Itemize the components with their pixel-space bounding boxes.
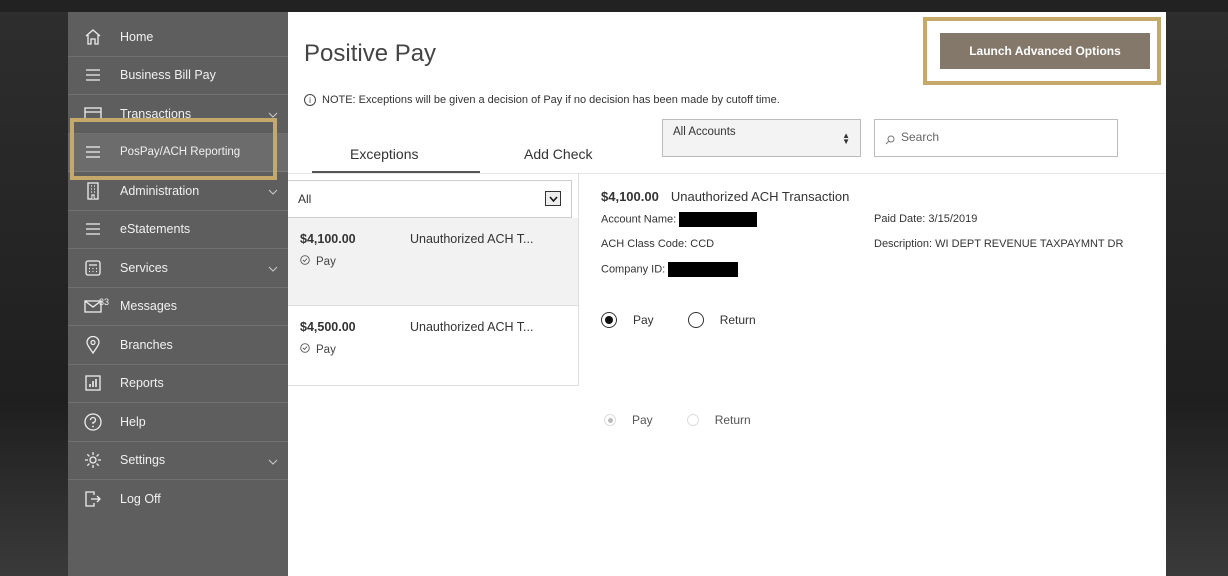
redacted-account-name bbox=[679, 212, 758, 227]
cutoff-note: i NOTE: Exceptions will be given a decis… bbox=[304, 94, 780, 106]
exception-description: Unauthorized ACH T... bbox=[410, 320, 534, 334]
note-text: NOTE: Exceptions will be given a decisio… bbox=[322, 94, 780, 106]
chevron-down-icon bbox=[268, 184, 278, 198]
sidebar-item-label: Help bbox=[120, 414, 146, 429]
calculator-icon bbox=[82, 257, 104, 279]
detail-amount: $4,100.00 bbox=[601, 189, 659, 204]
sidebar-item-transactions[interactable]: Transactions bbox=[68, 95, 288, 134]
filter-value: All bbox=[298, 192, 312, 206]
return-radio-secondary[interactable] bbox=[686, 414, 699, 426]
logout-icon bbox=[82, 488, 104, 510]
sidebar-item-administration[interactable]: Administration bbox=[68, 172, 288, 211]
sidebar-item-label: Reports bbox=[120, 376, 164, 391]
accounts-select[interactable]: All Accounts ▲ ▼ bbox=[662, 119, 861, 157]
chevron-down-icon bbox=[268, 107, 278, 121]
return-radio[interactable] bbox=[687, 312, 704, 328]
exception-description: Unauthorized ACH T... bbox=[410, 232, 534, 246]
exception-detail-title: $4,100.00 Unauthorized ACH Transaction bbox=[601, 189, 849, 204]
detail-title: Unauthorized ACH Transaction bbox=[670, 189, 850, 204]
sidebar-item-settings[interactable]: Settings bbox=[68, 442, 288, 480]
sidebar: Home Business Bill Pay Transactions PosP… bbox=[68, 12, 288, 576]
exception-amount: $4,100.00 bbox=[300, 232, 356, 246]
sidebar-item-messages[interactable]: 33 Messages bbox=[68, 288, 288, 326]
tab-add-check[interactable]: Add Check bbox=[524, 146, 592, 162]
company-id-label: Company ID: bbox=[601, 263, 666, 276]
exception-amount: $4,500.00 bbox=[300, 320, 356, 334]
ach-class-code: ACH Class Code: CCD bbox=[601, 238, 715, 250]
card-icon bbox=[82, 103, 104, 125]
sidebar-item-estatements[interactable]: eStatements bbox=[68, 211, 288, 249]
select-arrows-icon: ▲ ▼ bbox=[842, 131, 850, 146]
window-top-bar bbox=[0, 0, 1228, 12]
sidebar-item-reports[interactable]: Reports bbox=[68, 365, 288, 403]
chevron-down-icon bbox=[268, 454, 278, 468]
location-pin-icon bbox=[82, 334, 104, 356]
exception-list-item[interactable]: $4,500.00 Unauthorized ACH T... Pay bbox=[288, 306, 578, 386]
decision-radio-group-secondary: Pay Return bbox=[604, 413, 751, 427]
sidebar-item-label: PosPay/ACH Reporting bbox=[120, 146, 241, 159]
chevron-down-icon bbox=[268, 261, 278, 275]
exception-filter-select[interactable]: All bbox=[288, 180, 572, 218]
sidebar-item-label: Services bbox=[120, 260, 168, 275]
exception-decision: Pay bbox=[300, 343, 336, 356]
check-circle-icon bbox=[300, 343, 310, 356]
pay-radio-label-secondary[interactable]: Pay bbox=[632, 413, 653, 427]
sidebar-item-log-off[interactable]: Log Off bbox=[68, 480, 288, 519]
search-placeholder: Search bbox=[901, 130, 940, 144]
main-content: Positive Pay Launch Advanced Options i N… bbox=[288, 12, 1166, 576]
account-name-row: Account Name: bbox=[601, 212, 758, 227]
return-radio-label[interactable]: Return bbox=[720, 313, 756, 327]
sidebar-item-business-bill-pay[interactable]: Business Bill Pay bbox=[68, 57, 288, 95]
sidebar-item-label: Business Bill Pay bbox=[120, 68, 216, 83]
message-count-badge: 33 bbox=[99, 296, 110, 307]
page-title: Positive Pay bbox=[304, 40, 437, 67]
sidebar-item-label: Log Off bbox=[120, 492, 161, 507]
sidebar-item-pospay-ach-reporting[interactable]: PosPay/ACH Reporting bbox=[68, 133, 288, 172]
decision-label: Pay bbox=[316, 255, 336, 268]
decision-label: Pay bbox=[316, 343, 336, 356]
paid-date: Paid Date: 3/15/2019 bbox=[874, 213, 978, 225]
accounts-select-value: All Accounts bbox=[673, 126, 736, 138]
menu-icon bbox=[82, 64, 104, 86]
sidebar-item-home[interactable]: Home bbox=[68, 18, 288, 57]
return-radio-label-secondary[interactable]: Return bbox=[715, 413, 751, 427]
exception-list-item[interactable]: $4,100.00 Unauthorized ACH T... Pay bbox=[288, 218, 578, 306]
detail-description: Description: WI DEPT REVENUE TAXPAYMNT D… bbox=[874, 238, 1124, 250]
pay-radio-secondary[interactable] bbox=[604, 414, 616, 426]
search-input[interactable]: Search bbox=[874, 119, 1118, 157]
redacted-company-id bbox=[668, 262, 739, 277]
check-circle-icon bbox=[300, 255, 310, 268]
sidebar-item-label: eStatements bbox=[120, 222, 191, 237]
sidebar-item-label: Settings bbox=[120, 453, 166, 468]
question-icon bbox=[82, 411, 104, 433]
tab-exceptions[interactable]: Exceptions bbox=[350, 146, 418, 162]
sidebar-item-label: Home bbox=[120, 29, 154, 44]
pay-radio-label[interactable]: Pay bbox=[633, 313, 654, 327]
bar-chart-icon bbox=[82, 372, 104, 394]
list-divider bbox=[578, 174, 579, 386]
sidebar-item-branches[interactable]: Branches bbox=[68, 326, 288, 365]
sidebar-item-services[interactable]: Services bbox=[68, 249, 288, 288]
launch-advanced-options-button[interactable]: Launch Advanced Options bbox=[940, 33, 1150, 69]
building-icon bbox=[82, 180, 104, 202]
sidebar-item-label: Messages bbox=[120, 299, 177, 314]
sidebar-item-label: Branches bbox=[120, 337, 173, 352]
pay-radio[interactable] bbox=[601, 312, 617, 328]
company-id-row: Company ID: bbox=[601, 262, 739, 277]
divider bbox=[288, 173, 1166, 174]
home-icon bbox=[82, 26, 104, 48]
sidebar-item-label: Administration bbox=[120, 183, 200, 198]
menu-icon bbox=[82, 218, 104, 240]
app-window: Home Business Bill Pay Transactions PosP… bbox=[68, 12, 1166, 576]
chevron-down-icon bbox=[545, 191, 561, 206]
sidebar-item-help[interactable]: Help bbox=[68, 403, 288, 442]
gear-icon bbox=[82, 449, 104, 471]
search-icon bbox=[885, 134, 895, 148]
info-icon: i bbox=[304, 94, 316, 106]
exception-decision: Pay bbox=[300, 255, 336, 268]
account-name-label: Account Name: bbox=[601, 213, 677, 226]
menu-icon bbox=[82, 141, 104, 163]
decision-radio-group: Pay Return bbox=[601, 312, 756, 328]
sidebar-item-label: Transactions bbox=[120, 106, 192, 121]
